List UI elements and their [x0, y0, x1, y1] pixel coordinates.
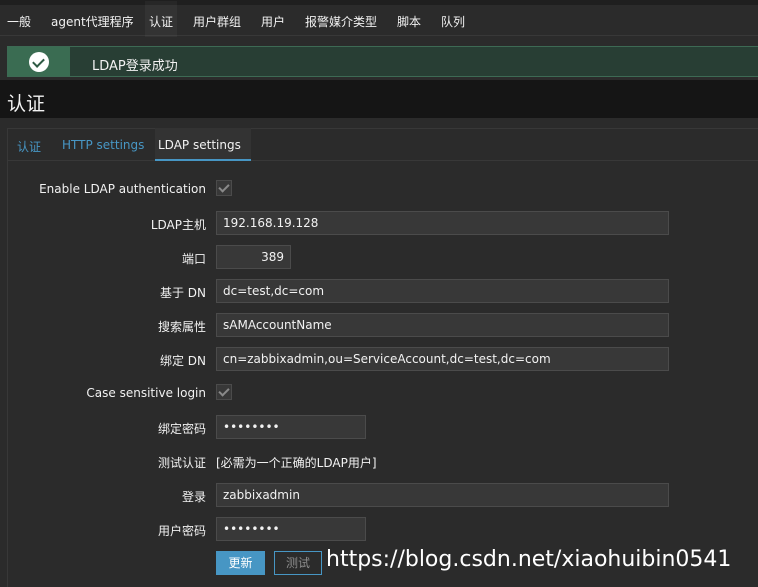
check-circle-icon: [29, 52, 49, 72]
user-password-input[interactable]: ••••••••: [216, 517, 366, 541]
case-sensitive-label: Case sensitive login: [86, 386, 206, 400]
watermark-text: https://blog.csdn.net/xiaohuibin0541: [326, 547, 732, 572]
ldap-host-input[interactable]: 192.168.19.128: [216, 211, 669, 235]
enable-ldap-label: Enable LDAP authentication: [39, 182, 206, 196]
success-icon-area: [8, 47, 70, 76]
tab-ldap-settings[interactable]: LDAP settings: [158, 138, 241, 152]
page-header: [0, 80, 758, 118]
top-bar-strip: [0, 0, 758, 5]
port-input[interactable]: 389: [216, 245, 291, 269]
test-authentication-label: 测试认证: [157, 456, 206, 470]
nav-item-proxies[interactable]: agent代理程序: [51, 13, 134, 30]
success-message-text: LDAP登录成功: [92, 59, 178, 74]
nav-item-queue[interactable]: 队列: [441, 13, 465, 30]
nav-item-authentication[interactable]: 认证: [144, 1, 178, 37]
update-button[interactable]: 更新: [216, 551, 265, 575]
success-message: LDAP登录成功: [7, 46, 758, 77]
search-attribute-input[interactable]: sAMAccountName: [216, 313, 669, 337]
nav-item-general[interactable]: 一般: [7, 13, 31, 30]
login-input[interactable]: zabbixadmin: [216, 483, 669, 507]
bind-dn-input[interactable]: cn=zabbixadmin,ou=ServiceAccount,dc=test…: [216, 347, 669, 371]
search-attribute-label: 搜索属性: [157, 320, 206, 334]
case-sensitive-checkbox[interactable]: [216, 384, 232, 400]
active-tab-underline: [155, 159, 251, 161]
ldap-host-label: LDAP主机: [150, 218, 206, 232]
port-label: 端口: [181, 252, 206, 266]
base-dn-input[interactable]: dc=test,dc=com: [216, 279, 669, 303]
tab-bar: 认证 HTTP settings LDAP settings: [7, 128, 758, 161]
top-navigation: 一般 agent代理程序 认证 用户群组 用户 报警媒介类型 脚本 队列: [0, 0, 758, 37]
enable-ldap-checkbox[interactable]: [216, 180, 232, 196]
tab-http-settings[interactable]: HTTP settings: [62, 138, 144, 152]
nav-item-user-groups[interactable]: 用户群组: [193, 13, 241, 30]
bind-password-label: 绑定密码: [157, 422, 206, 436]
tab-authentication[interactable]: 认证: [17, 138, 41, 155]
base-dn-label: 基于 DN: [159, 286, 206, 300]
nav-item-scripts[interactable]: 脚本: [397, 13, 421, 30]
nav-item-media-types[interactable]: 报警媒介类型: [305, 13, 377, 30]
bind-dn-label: 绑定 DN: [159, 354, 206, 368]
nav-item-users[interactable]: 用户: [261, 13, 285, 30]
bind-password-input[interactable]: ••••••••: [216, 415, 366, 439]
login-label: 登录: [181, 490, 206, 504]
page-title: 认证: [7, 93, 46, 115]
user-password-label: 用户密码: [157, 524, 206, 538]
test-authentication-hint: [必需为一个正确的LDAP用户]: [216, 456, 377, 470]
test-button[interactable]: 测试: [274, 551, 322, 575]
